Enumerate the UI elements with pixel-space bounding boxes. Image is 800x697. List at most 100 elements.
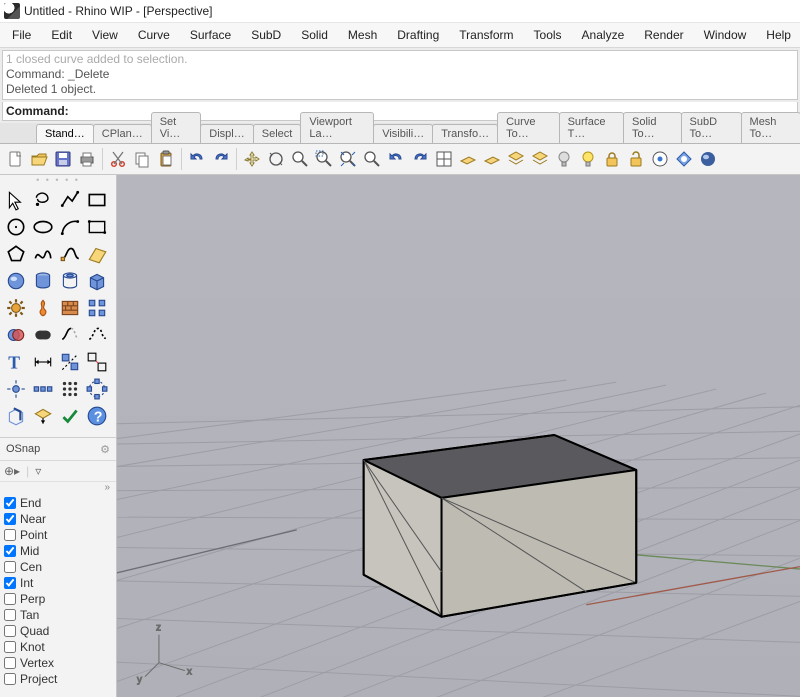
osnap-quad[interactable]: Quad	[4, 623, 112, 639]
gear-icon[interactable]	[3, 295, 29, 321]
menu-analyze[interactable]: Analyze	[572, 25, 635, 45]
tab-meshtools[interactable]: Mesh To…	[741, 112, 800, 143]
zoom-dynamic-icon[interactable]	[289, 148, 311, 170]
perspective-viewport[interactable]: Perspective ▾	[117, 175, 800, 697]
box-icon[interactable]	[84, 268, 110, 294]
menu-drafting[interactable]: Drafting	[387, 25, 449, 45]
collapse-icon[interactable]: »	[0, 482, 116, 493]
check-icon[interactable]	[57, 403, 83, 429]
osnap-checkbox[interactable]	[4, 673, 16, 685]
pan-icon[interactable]	[241, 148, 263, 170]
redo-icon[interactable]	[210, 148, 232, 170]
menu-curve[interactable]: Curve	[128, 25, 180, 45]
paste-icon[interactable]	[155, 148, 177, 170]
polygon-icon[interactable]	[3, 241, 29, 267]
pointer-icon[interactable]	[3, 187, 29, 213]
circle-icon[interactable]	[3, 214, 29, 240]
tab-setview[interactable]: Set Vi…	[151, 112, 202, 143]
boolean-icon[interactable]	[3, 322, 29, 348]
undo-view-icon[interactable]	[385, 148, 407, 170]
tab-cplanes[interactable]: CPlan…	[93, 124, 152, 143]
tab-surfacetools[interactable]: Surface T…	[559, 112, 624, 143]
cut-icon[interactable]	[107, 148, 129, 170]
osnap-checkbox[interactable]	[4, 609, 16, 621]
menu-mesh[interactable]: Mesh	[338, 25, 387, 45]
osnap-checkbox[interactable]	[4, 593, 16, 605]
menu-help[interactable]: Help	[756, 25, 800, 45]
curve-edit-icon[interactable]	[57, 241, 83, 267]
osnap-int[interactable]: Int	[4, 575, 112, 591]
menu-window[interactable]: Window	[694, 25, 757, 45]
zoom-target-icon[interactable]	[361, 148, 383, 170]
print-icon[interactable]	[76, 148, 98, 170]
tab-standard[interactable]: Stand…	[36, 124, 94, 143]
osnap-point[interactable]: Point	[4, 527, 112, 543]
copy-icon[interactable]	[131, 148, 153, 170]
osnap-near[interactable]: Near	[4, 511, 112, 527]
extract-icon[interactable]	[3, 403, 29, 429]
blend-icon[interactable]	[30, 322, 56, 348]
array-linear-icon[interactable]	[30, 376, 56, 402]
osnap-mid[interactable]: Mid	[4, 543, 112, 559]
undo-icon[interactable]	[186, 148, 208, 170]
cplane-icon[interactable]	[457, 148, 479, 170]
tab-transform[interactable]: Transfo…	[432, 124, 498, 143]
osnap-checkbox[interactable]	[4, 625, 16, 637]
arc-icon[interactable]	[57, 214, 83, 240]
menu-edit[interactable]: Edit	[41, 25, 82, 45]
lasso-icon[interactable]	[30, 187, 56, 213]
osnap-checkbox[interactable]	[4, 529, 16, 541]
osnap-checkbox[interactable]	[4, 513, 16, 525]
tab-viewportlayout[interactable]: Viewport La…	[300, 112, 374, 143]
flatten-icon[interactable]	[30, 403, 56, 429]
properties-icon[interactable]	[649, 148, 671, 170]
text-icon[interactable]	[3, 349, 29, 375]
rect-corner-icon[interactable]	[84, 214, 110, 240]
named-view-icon[interactable]	[505, 148, 527, 170]
save-file-icon[interactable]	[52, 148, 74, 170]
shade-icon[interactable]	[697, 148, 719, 170]
align-icon[interactable]	[57, 349, 83, 375]
osnap-checkbox[interactable]	[4, 577, 16, 589]
osnap-tan[interactable]: Tan	[4, 607, 112, 623]
osnap-checkbox[interactable]	[4, 545, 16, 557]
render-icon[interactable]	[673, 148, 695, 170]
extend-curve-icon[interactable]	[84, 322, 110, 348]
menu-subd[interactable]: SubD	[241, 25, 291, 45]
menu-tools[interactable]: Tools	[524, 25, 572, 45]
osnap-filter-icon[interactable]: ▿	[35, 464, 41, 478]
explode-icon[interactable]	[3, 376, 29, 402]
surface-corner-icon[interactable]	[84, 241, 110, 267]
menu-render[interactable]: Render	[634, 25, 693, 45]
array-polar-icon[interactable]	[84, 376, 110, 402]
new-file-icon[interactable]	[4, 148, 26, 170]
menu-transform[interactable]: Transform	[449, 25, 523, 45]
osnap-checkbox[interactable]	[4, 561, 16, 573]
rotate-view-icon[interactable]	[265, 148, 287, 170]
osnap-knot[interactable]: Knot	[4, 639, 112, 655]
sphere-icon[interactable]	[3, 268, 29, 294]
ungroup-icon[interactable]	[84, 349, 110, 375]
osnap-checkbox[interactable]	[4, 641, 16, 653]
gear-icon[interactable]: ⚙	[100, 443, 110, 456]
layers-icon[interactable]	[529, 148, 551, 170]
menu-view[interactable]: View	[82, 25, 128, 45]
osnap-project[interactable]: Project	[4, 671, 112, 687]
array-icon[interactable]	[84, 295, 110, 321]
wall-icon[interactable]	[57, 295, 83, 321]
zoom-window-icon[interactable]	[313, 148, 335, 170]
osnap-cursor-icon[interactable]: ⊕▸	[4, 464, 20, 478]
redo-view-icon[interactable]	[409, 148, 431, 170]
tab-subdtools[interactable]: SubD To…	[681, 112, 742, 143]
tube-icon[interactable]	[57, 268, 83, 294]
cylinder-icon[interactable]	[30, 268, 56, 294]
tab-curvetools[interactable]: Curve To…	[497, 112, 559, 143]
menu-solid[interactable]: Solid	[291, 25, 338, 45]
tab-select[interactable]: Select	[253, 124, 302, 143]
zoom-extents-icon[interactable]	[337, 148, 359, 170]
ellipse-icon[interactable]	[30, 214, 56, 240]
menu-file[interactable]: File	[2, 25, 41, 45]
osnap-vertex[interactable]: Vertex	[4, 655, 112, 671]
hide-icon[interactable]	[553, 148, 575, 170]
dimension-icon[interactable]	[30, 349, 56, 375]
